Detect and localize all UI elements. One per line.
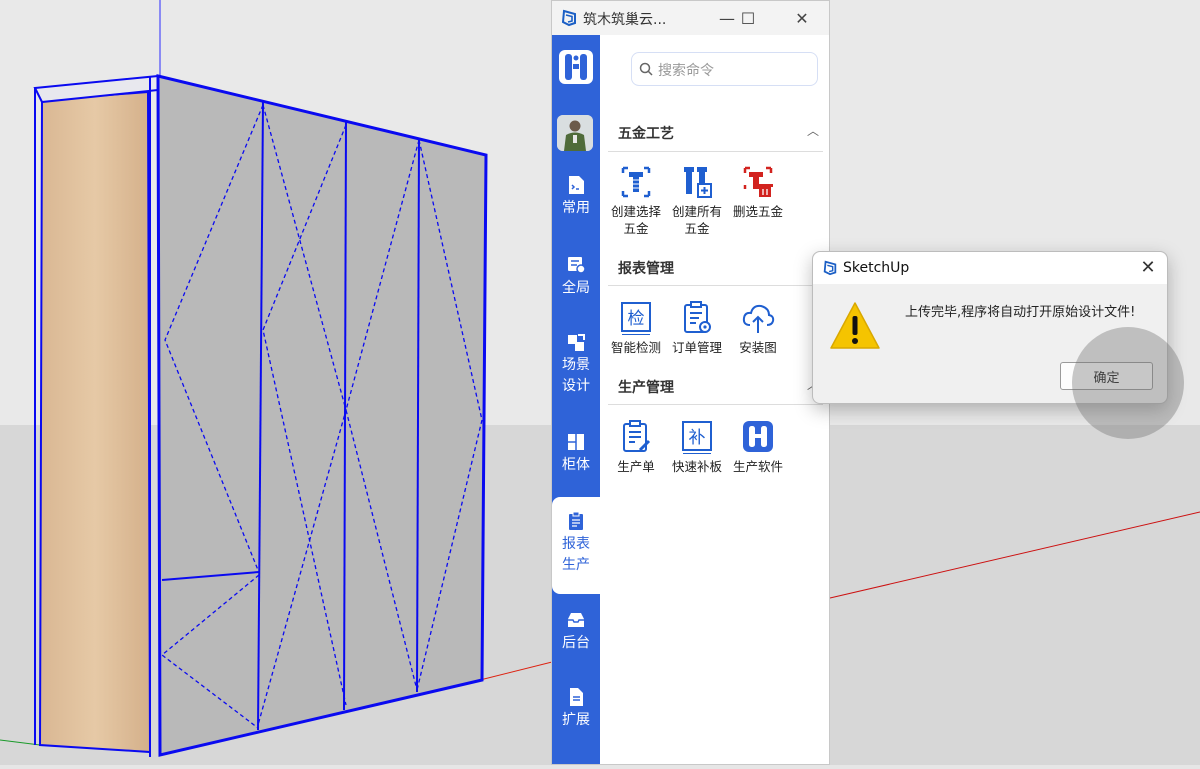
- ok-button[interactable]: 确定: [1060, 362, 1153, 390]
- tool-label: 快速补板: [671, 459, 722, 474]
- warning-icon: [830, 302, 880, 349]
- tool-filter-hardware[interactable]: 删选五金: [729, 165, 787, 220]
- cabinet-icon: [568, 434, 584, 450]
- order-icon: [684, 301, 711, 333]
- divider: [608, 404, 823, 405]
- screw-add-icon: [684, 167, 712, 198]
- tool-label: 生产单: [617, 459, 655, 474]
- brand-logo-icon: [565, 54, 587, 80]
- section-title-reports: 报表管理: [618, 261, 674, 277]
- section-title-hardware: 五金工艺: [618, 126, 674, 142]
- tool-smart-check[interactable]: 检 智能检测: [607, 301, 665, 356]
- tool-panel: 五金工艺 ︿ 创建选择五金 创建所有五金 删选五金 报表管理 检 智能检测 订单…: [600, 105, 829, 764]
- tool-label: 创建选择五金: [610, 204, 661, 236]
- plugin-window: 筑木筑巢云... — ☐ ✕ 常用 全局 场景设计 柜体 报表生产 后台 扩展 …: [551, 0, 830, 765]
- message-dialog: SketchUp ✕ 上传完毕,程序将自动打开原始设计文件! 确定: [812, 251, 1168, 404]
- user-avatar[interactable]: [557, 115, 593, 151]
- section-title-production: 生产管理: [618, 380, 674, 396]
- sidebar: 常用 全局 场景设计 柜体 报表生产 后台 扩展: [552, 35, 600, 764]
- file-code-icon: [569, 176, 584, 194]
- clipboard-icon: [569, 511, 583, 530]
- tool-label: 安装图: [739, 340, 777, 355]
- window-title: 筑木筑巢云...: [583, 12, 667, 28]
- nav-label: 常用: [562, 200, 590, 216]
- nav-label: 柜体: [562, 457, 590, 473]
- close-icon: ✕: [1140, 257, 1156, 278]
- inspect-icon: 检: [621, 302, 651, 335]
- nav-item-scene-design[interactable]: 场景设计: [552, 332, 600, 397]
- tool-install-drawing[interactable]: 安装图: [729, 301, 787, 356]
- tool-label: 智能检测: [610, 340, 661, 355]
- dialog-title: SketchUp: [843, 260, 910, 276]
- global-settings-icon: [568, 257, 586, 274]
- tool-label: 订单管理: [671, 340, 722, 355]
- search-icon: [639, 62, 653, 76]
- nav-item-report-production[interactable]: 报表生产: [552, 497, 600, 594]
- tool-production-software[interactable]: 生产软件: [729, 420, 787, 475]
- maximize-icon: ☐: [740, 8, 756, 28]
- tool-label: 生产软件: [732, 459, 783, 474]
- patch-board-icon: 补: [682, 421, 712, 454]
- nav-label: 场景设计: [562, 357, 590, 394]
- tray-icon: [568, 613, 584, 627]
- tool-order-management[interactable]: 订单管理: [668, 301, 726, 356]
- sketchup-logo-icon: [823, 260, 837, 276]
- dialog-titlebar[interactable]: SketchUp ✕: [813, 252, 1167, 284]
- tool-label: 创建所有五金: [671, 204, 722, 236]
- search-box[interactable]: [631, 52, 818, 86]
- search-input[interactable]: [656, 58, 815, 82]
- nav-label: 后台: [562, 635, 590, 651]
- screw-delete-icon: [743, 166, 773, 197]
- tool-production-sheet[interactable]: 生产单: [607, 420, 665, 475]
- nav-item-backend[interactable]: 后台: [552, 610, 600, 654]
- avatar-image: [557, 115, 593, 151]
- divider: [608, 151, 823, 152]
- patch-glyph: 补: [689, 428, 706, 448]
- inspect-glyph: 检: [628, 309, 645, 329]
- divider: [608, 285, 823, 286]
- nav-label: 报表生产: [562, 536, 590, 573]
- nav-label: 扩展: [562, 712, 590, 728]
- production-software-icon: [743, 421, 773, 452]
- chevron-up-icon[interactable]: ︿: [807, 122, 819, 139]
- tool-quick-patch-board[interactable]: 补 快速补板: [668, 420, 726, 475]
- tool-create-all-hardware[interactable]: 创建所有五金: [668, 165, 726, 237]
- nav-item-common[interactable]: 常用: [552, 175, 600, 219]
- nav-item-global[interactable]: 全局: [552, 255, 600, 299]
- wardrobe-front[interactable]: [156, 74, 488, 757]
- dialog-message: 上传完毕,程序将自动打开原始设计文件!: [905, 305, 1136, 320]
- close-button[interactable]: ✕: [787, 6, 817, 30]
- maximize-button[interactable]: ☐: [733, 6, 763, 30]
- nav-item-cabinet[interactable]: 柜体: [552, 432, 600, 476]
- tool-label: 删选五金: [732, 204, 783, 219]
- scene-design-icon: [568, 334, 585, 351]
- document-icon: [570, 688, 583, 706]
- brand-logo: [559, 50, 593, 84]
- production-sheet-icon: [623, 420, 651, 452]
- wardrobe-side-panel[interactable]: [38, 90, 152, 754]
- tool-create-selected-hardware[interactable]: 创建选择五金: [607, 165, 665, 237]
- nav-label: 全局: [562, 280, 590, 296]
- sketchup-logo-icon: [561, 9, 576, 27]
- close-icon: ✕: [795, 8, 809, 28]
- plugin-titlebar[interactable]: 筑木筑巢云... — ☐ ✕: [552, 0, 829, 35]
- cloud-upload-icon: [742, 304, 775, 333]
- nav-item-extension[interactable]: 扩展: [552, 687, 600, 731]
- dialog-close-button[interactable]: ✕: [1136, 256, 1160, 280]
- screw-select-icon: [621, 166, 651, 198]
